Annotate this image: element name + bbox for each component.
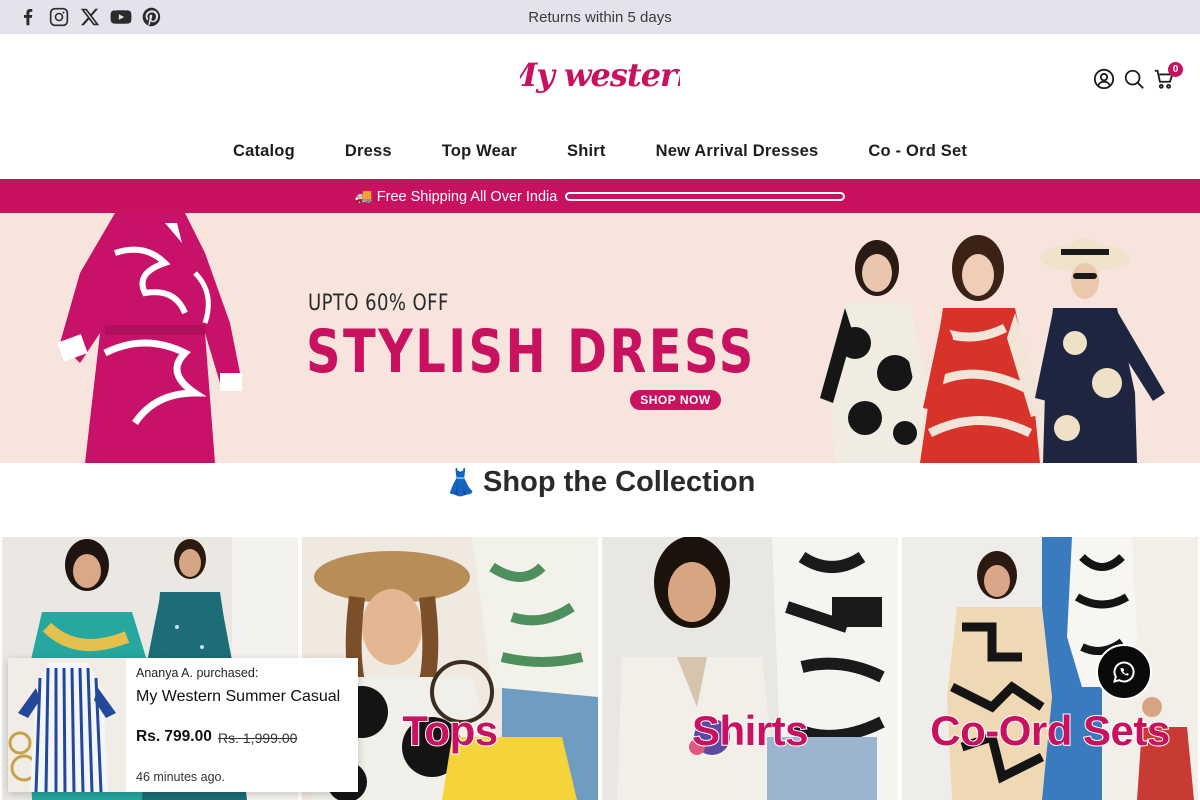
page: Returns within 5 days My western 0 Catal… [0, 0, 1200, 800]
popup-buyer-text: Ananya A. purchased: [136, 666, 259, 680]
collection-heading: 👗 Shop the Collection [0, 466, 1200, 499]
brand-logo-art: My western [501, 56, 699, 94]
hero-banner[interactable]: UPTO 60% OFF STYLISH DRESS SHOP NOW [0, 213, 1200, 463]
nav-item-new-arrival-dresses[interactable]: New Arrival Dresses [656, 142, 819, 161]
popup-product-art [8, 658, 126, 792]
whatsapp-chat-button[interactable] [1096, 644, 1152, 700]
nav-item-top-wear[interactable]: Top Wear [442, 142, 517, 161]
collection-card-co-ord-sets[interactable]: Co-Ord Sets [902, 537, 1198, 800]
collection-card-co-ord-sets-label: Co-Ord Sets [929, 706, 1171, 755]
search-icon[interactable] [1123, 68, 1145, 90]
free-shipping-text: 🚚 Free Shipping All Over India [354, 188, 558, 205]
cart-count-badge: 0 [1168, 62, 1183, 77]
collection-heading-text: Shop the Collection [483, 466, 756, 498]
free-shipping-progress [565, 191, 846, 201]
nav-item-catalog[interactable]: Catalog [233, 142, 295, 161]
dress-icon: 👗 [444, 467, 478, 497]
announcement-bar: Returns within 5 days [0, 0, 1200, 34]
collection-card-shirts-label: Shirts [691, 706, 810, 755]
popup-product-image [8, 658, 126, 792]
popup-product-name[interactable]: My Western Summer Casual [136, 688, 346, 706]
popup-time-ago: 46 minutes ago. [136, 770, 225, 784]
nav-item-co-ord-set[interactable]: Co - Ord Set [868, 142, 967, 161]
collection-card-co-ord-sets-image [902, 537, 1198, 800]
svg-text:My western: My western [520, 56, 680, 94]
hero-offer-text: UPTO 60% OFF [308, 291, 449, 316]
recent-purchase-popup[interactable]: Ananya A. purchased: My Western Summer C… [8, 658, 358, 792]
collection-card-shirts-image [602, 537, 898, 800]
hero-models-right-image [820, 235, 1165, 463]
popup-original-price: Rs. 1,999.00 [218, 730, 298, 746]
nav-item-dress[interactable]: Dress [345, 142, 392, 161]
cart-icon[interactable]: 0 [1153, 62, 1183, 90]
hero-model-left-image [57, 213, 242, 463]
collection-card-shirts[interactable]: Shirts [602, 537, 898, 800]
brand-logo[interactable]: My western [501, 52, 699, 104]
whatsapp-icon [1113, 661, 1135, 683]
announcement-text: Returns within 5 days [528, 9, 672, 26]
site-header: My western 0 Catalog Dress Top Wear Shir… [0, 34, 1200, 179]
popup-sale-price: Rs. 799.00 [136, 728, 212, 745]
nav-item-shirt[interactable]: Shirt [567, 142, 606, 161]
header-actions: 0 [1093, 62, 1183, 90]
main-nav: Catalog Dress Top Wear Shirt New Arrival… [0, 142, 1200, 161]
free-shipping-bar: 🚚 Free Shipping All Over India [0, 179, 1200, 213]
hero-title: STYLISH DRESS [306, 317, 756, 387]
account-icon[interactable] [1093, 68, 1115, 90]
shop-now-button[interactable]: SHOP NOW [630, 390, 721, 410]
